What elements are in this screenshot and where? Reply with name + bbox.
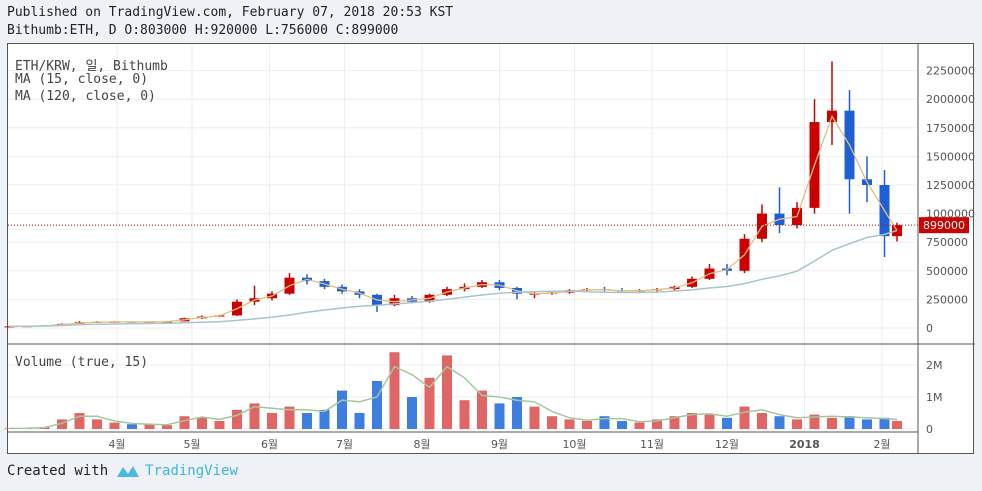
volume-tick-label: 2M: [926, 359, 943, 372]
volume-bar: [792, 419, 802, 429]
volume-bar: [704, 414, 715, 429]
time-tick-label: 5월: [183, 438, 200, 451]
volume-bar: [267, 413, 277, 429]
volume-bar: [354, 413, 365, 429]
price-tick-label: 2000000: [926, 93, 975, 106]
volume-bar: [74, 413, 85, 429]
volume-bar: [617, 421, 627, 429]
tradingview-logo-icon: [117, 466, 140, 477]
ma-lines: [8, 114, 918, 430]
volume-bar: [372, 381, 382, 429]
volume-bar: [547, 416, 557, 429]
last-price-label: 899000: [923, 219, 965, 232]
ma120-line: [9, 229, 898, 328]
time-tick-label: 4월: [108, 438, 125, 451]
price-tick-label: 2250000: [926, 65, 975, 78]
volume-bar: [407, 397, 417, 429]
volume-bar: [634, 422, 645, 429]
volume-bar: [827, 417, 837, 429]
created-with-text: Created with: [7, 463, 109, 479]
volume-bar: [109, 422, 120, 429]
price-tick-label: 500000: [926, 265, 968, 278]
volume-bar: [892, 421, 902, 429]
volume-bar: [494, 403, 505, 429]
volume-bar: [337, 390, 347, 429]
footer: Created with TradingView: [7, 463, 238, 479]
time-tick-label: 12월: [715, 438, 739, 451]
time-tick-label: 11월: [640, 438, 664, 451]
volume-bar: [162, 425, 172, 429]
volume-bar: [844, 416, 855, 429]
time-tick-label: 2월: [873, 438, 890, 451]
volume-legend[interactable]: Volume (true, 15): [15, 355, 148, 370]
volume-bar: [302, 413, 312, 429]
volume-bar: [564, 419, 575, 429]
price-tick-label: 0: [926, 322, 933, 335]
tradingview-link[interactable]: TradingView: [116, 463, 238, 479]
price-tick-label: 750000: [926, 236, 968, 249]
time-tick-label: 2018: [789, 438, 820, 451]
time-tick-label: 10월: [562, 438, 586, 451]
volume-bar: [92, 419, 102, 429]
price-tick-label: 1500000: [926, 150, 975, 163]
price-tick-label: 250000: [926, 293, 968, 306]
tradingview-brand: TradingView: [145, 463, 238, 479]
volume-bar: [127, 424, 137, 429]
ma15-legend[interactable]: MA (15, close, 0): [15, 72, 148, 87]
volume-bar: [389, 352, 400, 429]
volume-bar: [232, 409, 242, 429]
volume-bar: [197, 417, 207, 429]
price-tick-label: 1750000: [926, 122, 975, 135]
volume-bar: [757, 413, 767, 429]
time-tick-label: 8월: [413, 438, 430, 451]
volume-bar: [214, 421, 225, 429]
volume-bar: [862, 419, 872, 429]
volume-bar: [739, 406, 750, 429]
volume-tick-label: 0: [926, 423, 933, 436]
volume-bar: [722, 417, 732, 429]
volume-bar: [459, 400, 470, 429]
ma120-legend[interactable]: MA (120, close, 0): [15, 89, 156, 104]
volume-tick-label: 1M: [926, 391, 943, 404]
price-tick-label: 1250000: [926, 179, 975, 192]
volume-bar: [582, 421, 592, 429]
time-tick-label: 9월: [491, 438, 508, 451]
volume-bar: [529, 406, 540, 429]
volume-bar: [774, 416, 785, 429]
volume-bar: [179, 416, 190, 429]
axes: 0250000500000750000100000012500001500000…: [7, 44, 975, 454]
time-tick-label: 7월: [336, 438, 353, 451]
time-tick-label: 6월: [261, 438, 278, 451]
volume-bar: [319, 409, 330, 429]
volume-bar: [512, 397, 522, 429]
